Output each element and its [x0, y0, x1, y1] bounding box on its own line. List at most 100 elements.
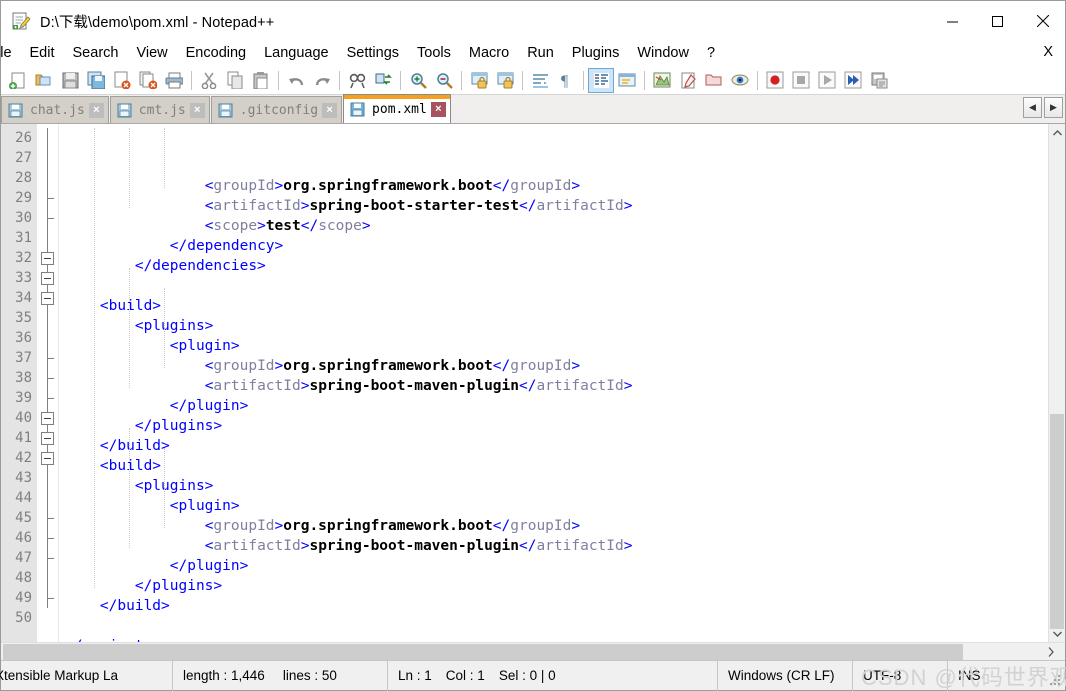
status-eol-format[interactable]: Windows (CR LF)	[718, 660, 853, 691]
fold-row[interactable]	[37, 208, 58, 228]
tab-pom-xml[interactable]: pom.xml ×	[343, 94, 451, 123]
menu-file[interactable]: ile	[0, 42, 21, 65]
new-file-button[interactable]	[5, 68, 31, 93]
fold-row[interactable]	[37, 368, 58, 388]
fold-row[interactable]	[37, 408, 58, 428]
scroll-down-arrow[interactable]	[1049, 625, 1065, 642]
scroll-right-arrow[interactable]	[1037, 643, 1065, 660]
fold-collapse-box[interactable]	[41, 292, 54, 305]
vertical-scroll-thumb[interactable]	[1050, 414, 1064, 629]
undo-button[interactable]	[283, 68, 309, 93]
fold-row[interactable]	[37, 348, 58, 368]
menu-window[interactable]: Window	[628, 42, 698, 65]
fold-row[interactable]	[37, 528, 58, 548]
tab-cmt-js[interactable]: cmt.js ×	[109, 96, 210, 123]
menu-search[interactable]: Search	[64, 42, 128, 65]
fold-row[interactable]	[37, 228, 58, 248]
fold-collapse-box[interactable]	[41, 432, 54, 445]
folder-workspace-button[interactable]	[701, 68, 727, 93]
zoom-in-button[interactable]	[405, 68, 431, 93]
zoom-out-button[interactable]	[431, 68, 457, 93]
resize-grip[interactable]	[1050, 675, 1062, 687]
menu-edit[interactable]: Edit	[21, 42, 64, 65]
close-all-button[interactable]	[135, 68, 161, 93]
tab-close-button[interactable]: ×	[88, 102, 104, 118]
fold-row[interactable]	[37, 468, 58, 488]
redo-button[interactable]	[309, 68, 335, 93]
menu-macro[interactable]: Macro	[460, 42, 518, 65]
show-all-chars-button[interactable]: ¶	[553, 68, 579, 93]
document-map-button[interactable]	[649, 68, 675, 93]
function-list-button[interactable]	[675, 68, 701, 93]
macro-run-multiple-button[interactable]	[840, 68, 866, 93]
user-defined-dialog-button[interactable]	[614, 68, 640, 93]
fold-collapse-box[interactable]	[41, 452, 54, 465]
fold-row[interactable]	[37, 488, 58, 508]
minimize-button[interactable]	[930, 1, 975, 41]
macro-play-button[interactable]	[814, 68, 840, 93]
close-button[interactable]	[1020, 1, 1065, 41]
fold-row[interactable]	[37, 188, 58, 208]
save-all-button[interactable]	[83, 68, 109, 93]
horizontal-scrollbar[interactable]	[1, 642, 1065, 660]
horizontal-scroll-thumb[interactable]	[3, 644, 963, 660]
replace-button[interactable]	[370, 68, 396, 93]
monitoring-button[interactable]	[727, 68, 753, 93]
fold-row[interactable]	[37, 328, 58, 348]
indent-guide-button[interactable]	[588, 67, 614, 93]
status-encoding[interactable]: UTF-8	[853, 660, 948, 691]
tab-chat-js[interactable]: chat.js ×	[1, 96, 109, 123]
fold-collapse-box[interactable]	[41, 252, 54, 265]
text-editor[interactable]: 26 27 28 29 30 31 32 33 34 35 36 37 38 39 40 41 42 43 44 45…	[1, 124, 1048, 642]
menu-encoding[interactable]: Encoding	[177, 42, 255, 65]
find-button[interactable]	[344, 68, 370, 93]
menu-plugins[interactable]: Plugins	[563, 42, 629, 65]
sync-horizontal-button[interactable]	[492, 68, 518, 93]
scroll-up-arrow[interactable]	[1049, 124, 1065, 141]
copy-button[interactable]	[222, 68, 248, 93]
maximize-button[interactable]	[975, 1, 1020, 41]
save-button[interactable]	[57, 68, 83, 93]
tab-scroll-left-button[interactable]: ◀	[1023, 97, 1042, 118]
macro-save-button[interactable]	[866, 68, 892, 93]
menu-settings[interactable]: Settings	[338, 42, 408, 65]
fold-row[interactable]	[37, 268, 58, 288]
fold-row[interactable]	[37, 168, 58, 188]
fold-row[interactable]	[37, 608, 58, 628]
close-file-button[interactable]	[109, 68, 135, 93]
cut-button[interactable]	[196, 68, 222, 93]
fold-row[interactable]	[37, 308, 58, 328]
close-document-button[interactable]: X	[1043, 44, 1053, 60]
paste-button[interactable]	[248, 68, 274, 93]
open-file-button[interactable]	[31, 68, 57, 93]
status-insert-mode[interactable]: INS	[948, 661, 991, 691]
vertical-scrollbar[interactable]	[1048, 124, 1065, 642]
code-content[interactable]: <groupId>org.springframework.boot</group…	[59, 124, 1048, 642]
print-button[interactable]	[161, 68, 187, 93]
fold-row[interactable]	[37, 388, 58, 408]
macro-record-button[interactable]	[762, 68, 788, 93]
fold-row[interactable]	[37, 508, 58, 528]
fold-row[interactable]	[37, 148, 58, 168]
fold-row[interactable]	[37, 288, 58, 308]
fold-collapse-box[interactable]	[41, 412, 54, 425]
tab-close-button[interactable]: ×	[430, 101, 446, 117]
tab-close-button[interactable]: ×	[189, 102, 205, 118]
sync-vertical-button[interactable]	[466, 68, 492, 93]
menu-run[interactable]: Run	[518, 42, 563, 65]
fold-margin[interactable]	[37, 124, 59, 642]
menu-language[interactable]: Language	[255, 42, 338, 65]
macro-stop-button[interactable]	[788, 68, 814, 93]
fold-row[interactable]	[37, 428, 58, 448]
fold-row[interactable]	[37, 588, 58, 608]
fold-row[interactable]	[37, 128, 58, 148]
tab-gitconfig[interactable]: .gitconfig ×	[210, 96, 343, 123]
fold-row[interactable]	[37, 568, 58, 588]
fold-row[interactable]	[37, 248, 58, 268]
fold-row[interactable]	[37, 548, 58, 568]
menu-tools[interactable]: Tools	[408, 42, 460, 65]
fold-row[interactable]	[37, 448, 58, 468]
tab-close-button[interactable]: ×	[322, 102, 338, 118]
fold-collapse-box[interactable]	[41, 272, 54, 285]
word-wrap-button[interactable]	[527, 68, 553, 93]
